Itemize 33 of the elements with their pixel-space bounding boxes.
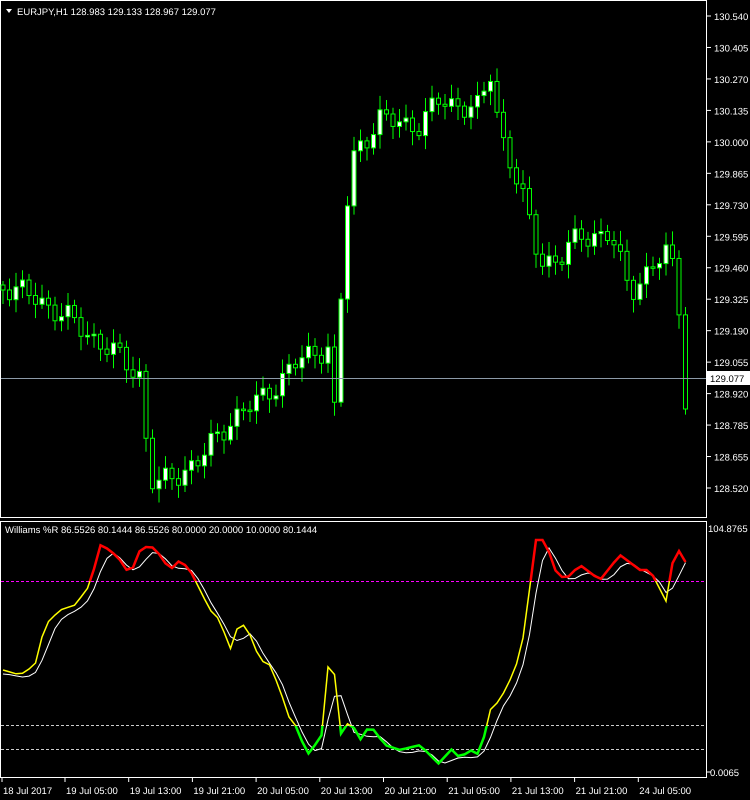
time-axis-label: 20 Jul 05:00 <box>257 786 309 797</box>
indicator-axis-label: 104.8765 <box>708 524 748 535</box>
price-axis-label: 128.920 <box>714 390 748 401</box>
price-axis-label: 129.055 <box>714 358 748 370</box>
price-axis-label: 129.190 <box>714 326 748 338</box>
price-axis-label: 128.655 <box>714 452 748 464</box>
price-axis-label: 130.270 <box>714 74 748 86</box>
price-axis-label: 130.540 <box>714 12 748 23</box>
time-axis-label: 21 Jul 21:00 <box>576 786 628 797</box>
indicator-header-text: Williams %R 86.5526 80.1444 86.5526 80.0000 20.0000 10.0000 80.1444 <box>5 525 318 536</box>
price-axis-label: 129.730 <box>714 200 748 212</box>
price-axis-label: 130.000 <box>714 138 748 149</box>
price-axis-label: 129.865 <box>714 169 748 180</box>
time-axis-label: 20 Jul 13:00 <box>320 786 373 797</box>
price-axis-label: 129.460 <box>714 264 748 275</box>
time-axis-label: 20 Jul 21:00 <box>384 786 436 797</box>
time-axis-label: 21 Jul 13:00 <box>512 786 564 797</box>
price-axis-label: 129.595 <box>714 232 748 244</box>
time-axis-label: 19 Jul 05:00 <box>66 786 118 797</box>
chart-header-text: EURJPY,H1 128.983 129.133 128.967 129.077 <box>17 7 216 18</box>
time-axis-label: 19 Jul 21:00 <box>193 786 246 797</box>
time-axis-label: 24 Jul 05:00 <box>639 786 692 797</box>
time-axis-label: 21 Jul 05:00 <box>448 786 500 797</box>
price-axis-label: 129.325 <box>714 295 748 306</box>
price-axis-label: 130.405 <box>714 43 748 54</box>
price-axis-label: 128.785 <box>714 421 748 432</box>
current-price-label: 129.077 <box>707 371 750 385</box>
time-axis-label: 18 Jul 2017 <box>3 786 52 797</box>
time-axis-label: 19 Jul 13:00 <box>130 786 182 797</box>
price-axis-label: 130.135 <box>714 106 748 118</box>
indicator-axis-label: 0.0065 <box>710 768 740 779</box>
dropdown-triangle-icon[interactable] <box>6 9 12 13</box>
price-axis-label: 128.520 <box>714 484 748 495</box>
